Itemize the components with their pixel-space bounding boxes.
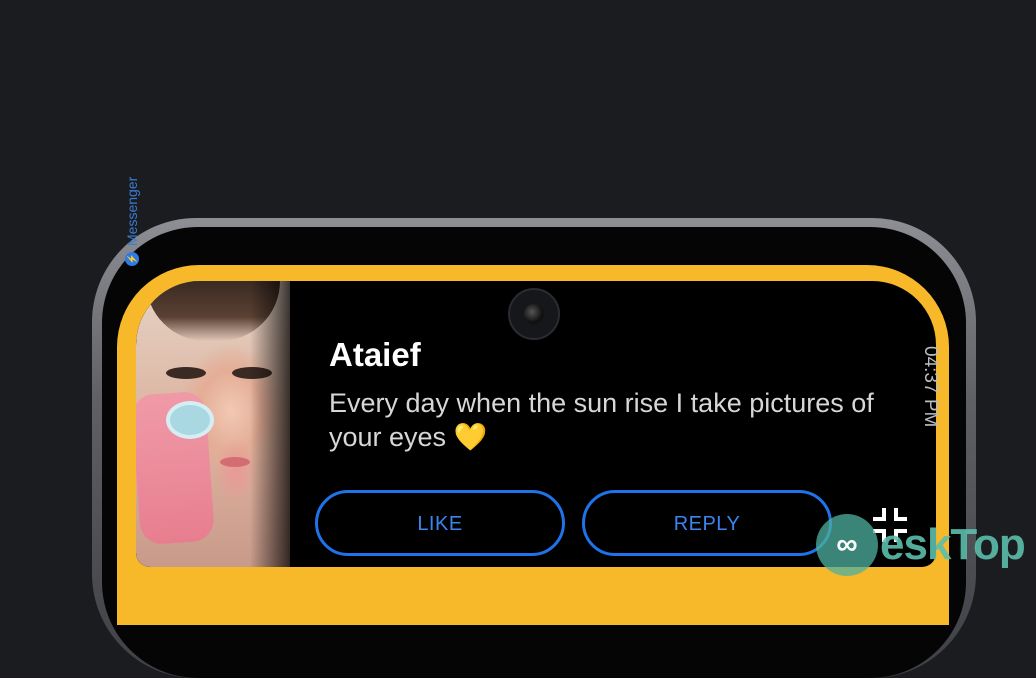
watermark-text: eskTop xyxy=(880,520,1026,569)
watermark-logo-icon: ∞ xyxy=(816,514,878,576)
message-body: Every day when the sun rise I take pictu… xyxy=(329,388,874,452)
reply-button[interactable]: REPLY xyxy=(582,490,832,556)
photo-fade xyxy=(250,281,290,567)
yellow-heart-emoji: 💛 xyxy=(453,422,488,452)
like-button[interactable]: LIKE xyxy=(315,490,565,556)
sender-photo xyxy=(136,281,290,567)
sender-name: Ataief xyxy=(329,336,421,373)
app-source-label: ⚡ Messenger xyxy=(124,177,140,266)
front-camera-icon xyxy=(508,288,560,340)
photo-eye xyxy=(166,367,206,379)
message-text: Every day when the sun rise I take pictu… xyxy=(329,386,889,454)
notification-time: 04:37 PM xyxy=(920,346,941,428)
photo-lips xyxy=(220,457,250,467)
messenger-icon: ⚡ xyxy=(125,252,139,266)
photo-lens xyxy=(166,401,214,439)
watermark: ∞ eskTop xyxy=(816,514,1026,576)
app-name: Messenger xyxy=(124,176,140,246)
